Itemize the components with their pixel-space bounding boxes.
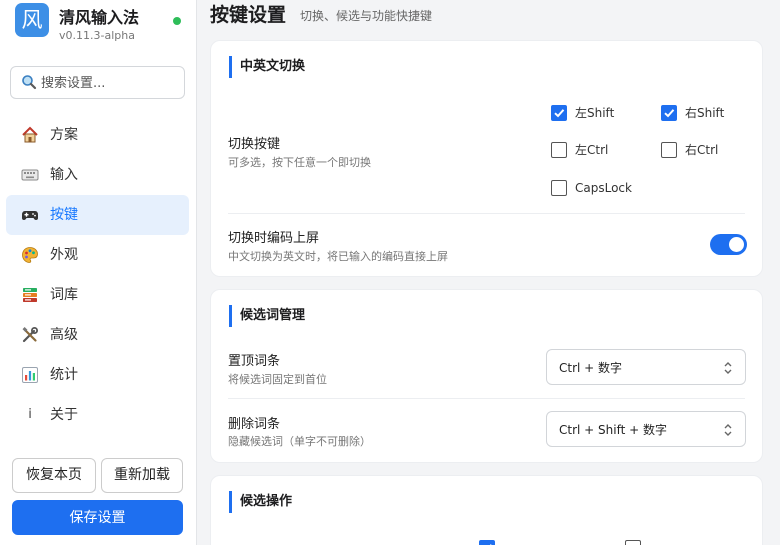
sidebar-item-label: 词库 <box>50 287 78 303</box>
sidebar-item-appearance[interactable]: 外观 <box>6 235 189 275</box>
sidebar-item-stats[interactable]: 统计 <box>6 355 189 395</box>
books-icon <box>21 286 39 304</box>
reload-button[interactable]: 重新加载 <box>101 458 183 493</box>
delete-entry-desc: 隐藏候选词（单字不可删除） <box>228 435 371 448</box>
sidebar: 风 清风输入法 v0.11.3-alpha 方案 <box>0 0 197 545</box>
section-candidates: 候选词管理 置顶词条 将候选词固定到首位 Ctrl + 数字 删除词条 隐藏候选… <box>210 289 763 463</box>
checkbox-label: 左Shift <box>575 106 615 120</box>
search-icon <box>21 74 37 90</box>
checkbox-label: 右Ctrl <box>685 143 719 157</box>
chevron-updown-icon <box>723 422 733 438</box>
pin-entry-select[interactable]: Ctrl + 数字 <box>546 349 746 385</box>
checkbox-label: CapsLock <box>575 181 632 195</box>
house-icon <box>21 126 39 144</box>
sidebar-item-label: 按键 <box>50 207 78 223</box>
app-name: 清风输入法 <box>59 8 140 27</box>
sidebar-item-scheme[interactable]: 方案 <box>6 115 189 155</box>
section-switch: 中英文切换 切换按键 可多选，按下任意一个即切换 左Shift 右Shift 左… <box>210 40 763 277</box>
sidebar-nav: 方案 输入 按键 外观 词库 高级 统计 i 关于 <box>6 115 189 435</box>
save-button[interactable]: 保存设置 <box>12 500 183 535</box>
sidebar-item-about[interactable]: i 关于 <box>6 395 189 435</box>
section-title: 中英文切换 <box>229 56 305 78</box>
select-value: Ctrl + 数字 <box>559 361 623 375</box>
app-logo: 风 <box>15 3 49 37</box>
section-title: 候选操作 <box>229 491 292 513</box>
chevron-updown-icon <box>723 360 733 376</box>
checkbox-label: 左Ctrl <box>575 143 609 157</box>
tools-icon <box>21 326 39 344</box>
search-input[interactable] <box>41 72 179 94</box>
brand: 风 清风输入法 v0.11.3-alpha <box>15 3 190 43</box>
pin-entry-label: 置顶词条 <box>228 354 281 369</box>
divider <box>228 398 745 399</box>
sidebar-item-label: 统计 <box>50 367 78 383</box>
pin-entry-desc: 将候选词固定到首位 <box>228 373 327 386</box>
bar-chart-icon <box>21 366 39 384</box>
commit-on-switch-label: 切换时编码上屏 <box>228 231 320 246</box>
sidebar-item-dictionary[interactable]: 词库 <box>6 275 189 315</box>
status-dot-icon <box>173 17 181 25</box>
commit-on-switch-toggle[interactable] <box>710 234 747 255</box>
sidebar-item-advanced[interactable]: 高级 <box>6 315 189 355</box>
commit-on-switch-desc: 中文切换为英文时，将已输入的编码直接上屏 <box>228 250 448 263</box>
delete-entry-label: 删除词条 <box>228 417 281 432</box>
toggle-key-desc: 可多选，按下任意一个即切换 <box>228 156 371 169</box>
page-subtitle: 切换、候选与功能快捷键 <box>300 9 433 23</box>
delete-entry-select[interactable]: Ctrl + Shift + 数字 <box>546 411 746 447</box>
sidebar-item-label: 外观 <box>50 247 78 263</box>
sidebar-item-label: 高级 <box>50 327 78 343</box>
sidebar-item-label: 方案 <box>50 127 78 143</box>
app-version: v0.11.3-alpha <box>59 29 135 42</box>
page-title: 按键设置 <box>210 4 287 26</box>
sidebar-item-keys[interactable]: 按键 <box>6 195 189 235</box>
sidebar-item-input[interactable]: 输入 <box>6 155 189 195</box>
select-value: Ctrl + Shift + 数字 <box>559 423 667 437</box>
palette-icon <box>21 246 39 264</box>
sidebar-item-label: 关于 <box>50 407 78 423</box>
toggle-knob <box>729 237 744 252</box>
keyboard-icon <box>21 166 39 184</box>
search-box[interactable] <box>10 66 185 99</box>
info-icon: i <box>28 407 32 422</box>
restore-page-button[interactable]: 恢复本页 <box>12 458 96 493</box>
sidebar-item-label: 输入 <box>50 167 78 183</box>
checkbox-label: 右Shift <box>685 106 725 120</box>
section-candidate-ops: 候选操作 <box>210 475 763 545</box>
section-title: 候选词管理 <box>229 305 305 327</box>
divider <box>228 213 745 214</box>
gamepad-icon <box>21 206 39 224</box>
toggle-key-label: 切换按键 <box>228 137 281 152</box>
